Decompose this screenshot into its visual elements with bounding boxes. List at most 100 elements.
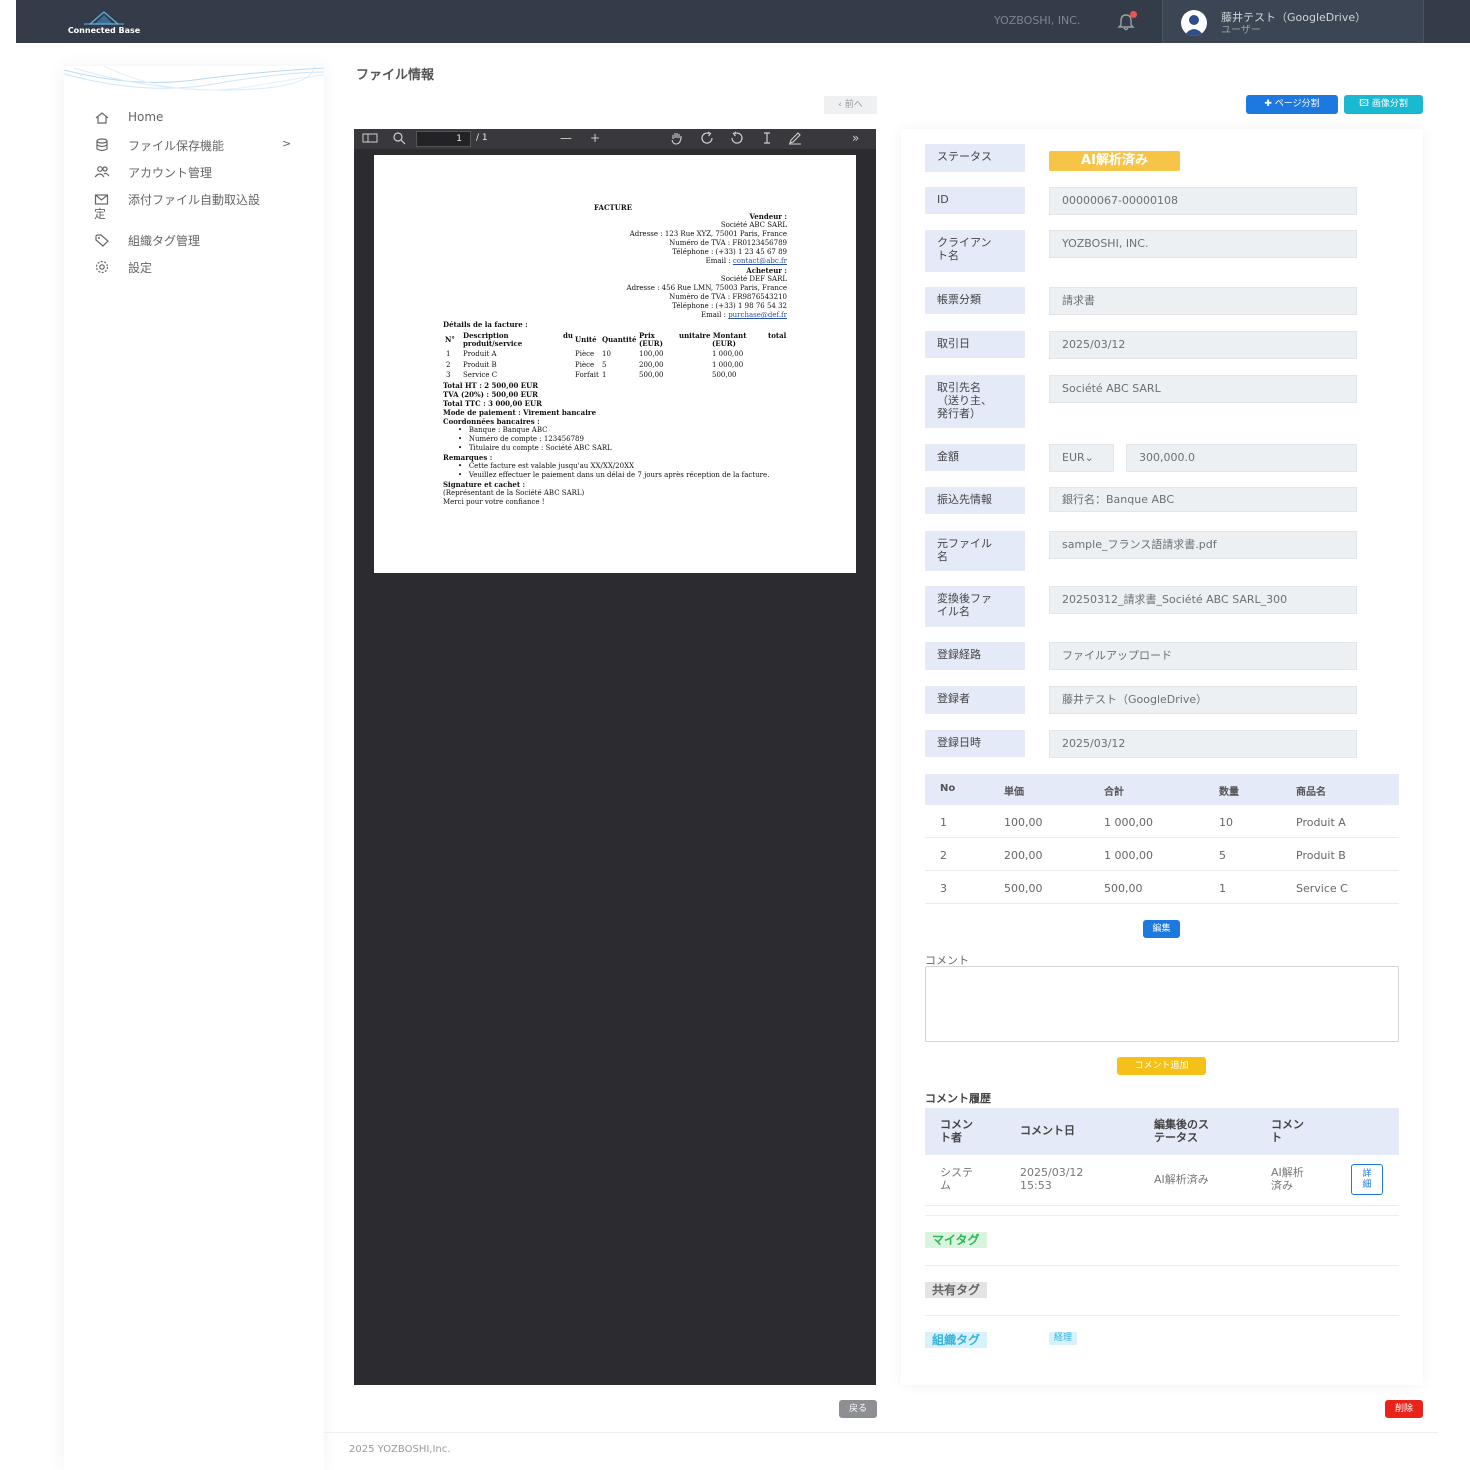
- doc-row-unit: Pièce: [575, 361, 595, 369]
- doc-row-desc: Produit A: [463, 350, 497, 358]
- doc-bank-line: • Banque : Banque ABC: [458, 426, 548, 434]
- add-comment-button[interactable]: コメント追加: [1117, 1057, 1206, 1075]
- doc-title: FACTURE: [594, 203, 633, 212]
- file-info-panel: ステータス AI解析済み ID 00000067-00000108 クライアント…: [901, 129, 1423, 1385]
- cell-author: システム: [940, 1166, 973, 1192]
- seller-email-link[interactable]: contact@abc.fr: [733, 257, 787, 265]
- sidebar-item-label: 設定: [128, 261, 153, 275]
- comment-detail-button[interactable]: 詳細: [1351, 1164, 1383, 1195]
- org-tag-chip[interactable]: 経理: [1049, 1332, 1078, 1345]
- rotate-clockwise-icon[interactable]: [700, 131, 714, 148]
- reg-date-field[interactable]: 2025/03/12: [1049, 730, 1357, 758]
- doc-details-title: Détails de la facture :: [443, 320, 528, 329]
- doc-seller-heading: Vendeur :: [749, 212, 787, 221]
- col-name: 商品名: [1296, 787, 1326, 798]
- more-tools-icon[interactable]: »: [852, 131, 859, 145]
- sidebar-item-label-continued: 定: [94, 207, 107, 221]
- sidebar-item-label: 組織タグ管理: [128, 234, 201, 248]
- doc-th-no: N°: [445, 335, 455, 344]
- doc-total-line: Total TTC : 3 000,00 EUR: [443, 399, 542, 408]
- users-icon: [94, 166, 110, 178]
- original-filename-label: 元ファイル名: [925, 531, 1025, 571]
- notification-bell-icon[interactable]: [1116, 11, 1138, 32]
- id-label: ID: [925, 187, 1025, 214]
- image-split-button[interactable]: 🖾 画像分割: [1344, 95, 1423, 114]
- delete-button[interactable]: 削除: [1385, 1400, 1423, 1418]
- sidebar-toggle-icon[interactable]: [362, 131, 378, 148]
- zoom-out-icon[interactable]: —: [560, 131, 572, 145]
- doc-row-price: 100,00: [639, 350, 664, 358]
- user-menu[interactable]: 藤井テスト（GoogleDrive） ユーザー: [1162, 0, 1424, 43]
- gear-icon: [95, 260, 109, 274]
- doc-remark-line: • Cette facture est valable jusqu'au XX/…: [458, 462, 635, 470]
- table-row: 2 200,00 1 000,00 5 Produit B: [925, 838, 1399, 871]
- doc-total-line: Mode de paiement : Virement bancaire: [443, 408, 597, 417]
- pdf-toolbar: 1 / 1 — + »: [354, 129, 876, 149]
- page-title: ファイル情報: [356, 68, 435, 83]
- search-icon[interactable]: [392, 131, 406, 148]
- partner-field[interactable]: Société ABC SARL: [1049, 375, 1357, 403]
- comment-textarea[interactable]: [925, 966, 1399, 1042]
- user-role: ユーザー: [1221, 25, 1261, 36]
- sidebar-item-label: アカウント管理: [128, 166, 213, 180]
- home-icon: [95, 112, 109, 124]
- doc-signature-title: Signature et cachet :: [443, 480, 526, 489]
- id-field[interactable]: 00000067-00000108: [1049, 187, 1357, 215]
- doc-row-amount: 1 000,00: [712, 350, 744, 358]
- logo[interactable]: Connected Base: [64, 10, 144, 38]
- doc-buyer-heading: Acheteur :: [746, 266, 787, 275]
- original-filename-field[interactable]: sample_フランス語請求書.pdf: [1049, 531, 1357, 559]
- sidebar-item-accounts[interactable]: アカウント管理: [94, 162, 314, 189]
- footer-copyright: 2025 YOZBOSHI,Inc.: [349, 1444, 451, 1455]
- page-number-input[interactable]: 1: [416, 131, 471, 147]
- converted-filename-field[interactable]: 20250312_請求書_Société ABC SARL_300: [1049, 586, 1357, 614]
- buyer-email-link[interactable]: purchase@def.fr: [728, 311, 787, 319]
- rotate-counterclockwise-icon[interactable]: [730, 131, 744, 148]
- sidebar-item-home[interactable]: Home: [94, 108, 314, 135]
- doc-type-field[interactable]: 請求書: [1049, 287, 1357, 315]
- bank-label: 振込先情報: [925, 487, 1025, 514]
- edit-items-button[interactable]: 編集: [1143, 920, 1180, 938]
- converted-filename-label: 変換後ファ イル名: [925, 586, 1025, 627]
- col-comment: コメント: [1271, 1118, 1304, 1144]
- registrant-field[interactable]: 藤井テスト（GoogleDrive）: [1049, 686, 1357, 714]
- cell-no: 3: [940, 882, 947, 895]
- cell-price: 100,00: [1004, 816, 1043, 829]
- sidebar-item-file-storage[interactable]: ファイル保存機能 >: [94, 135, 314, 162]
- cell-qty: 1: [1219, 882, 1226, 895]
- zoom-in-icon[interactable]: +: [590, 131, 600, 145]
- back-button[interactable]: 戻る: [839, 1400, 877, 1418]
- text-select-icon[interactable]: [762, 131, 772, 148]
- col-comment-date: コメント日: [1020, 1124, 1075, 1137]
- sidebar-item-org-tags[interactable]: 組織タグ管理: [94, 230, 314, 257]
- doc-seller-email-line: Email : contact@abc.fr: [705, 257, 787, 265]
- prev-button[interactable]: ‹ 前へ: [824, 96, 877, 114]
- bank-textarea[interactable]: 銀行名：Banque ABC: [1049, 487, 1357, 512]
- cell-name: Produit A: [1296, 816, 1346, 829]
- table-row: 1 100,00 1 000,00 10 Produit A: [925, 805, 1399, 838]
- my-tag-label[interactable]: マイタグ: [925, 1232, 987, 1248]
- doc-row-desc: Produit B: [463, 361, 497, 369]
- date-field[interactable]: 2025/03/12: [1049, 331, 1357, 359]
- doc-th-du: du: [563, 331, 573, 340]
- currency-select[interactable]: EUR⌄: [1049, 444, 1114, 472]
- doc-th-price2: (EUR): [639, 339, 663, 348]
- avatar: [1181, 10, 1207, 36]
- route-field[interactable]: ファイルアップロード: [1049, 642, 1357, 670]
- client-field[interactable]: YOZBOSHI, INC.: [1049, 230, 1357, 258]
- amount-field[interactable]: 300,000.0: [1126, 444, 1357, 472]
- cell-no: 1: [940, 816, 947, 829]
- pdf-page: FACTURE Vendeur : Société ABC SARL Adres…: [374, 155, 856, 573]
- cell-no: 2: [940, 849, 947, 862]
- sidebar-item-settings[interactable]: 設定: [94, 257, 314, 284]
- hand-tool-icon[interactable]: [670, 131, 684, 148]
- cell-name: Service C: [1296, 882, 1348, 895]
- partner-label: 取引先名 （送り主、 発行者）: [925, 375, 1025, 428]
- status-label: ステータス: [925, 144, 1025, 172]
- page-split-button[interactable]: ✚ ページ分割: [1246, 95, 1338, 114]
- org-tag-label[interactable]: 組織タグ: [925, 1332, 988, 1348]
- sidebar-item-attachment-import[interactable]: 添付ファイル自動取込設 定: [94, 189, 314, 230]
- doc-total-line: Total HT : 2 500,00 EUR: [443, 381, 539, 390]
- shared-tag-label[interactable]: 共有タグ: [925, 1282, 988, 1298]
- draw-pen-icon[interactable]: [788, 131, 802, 148]
